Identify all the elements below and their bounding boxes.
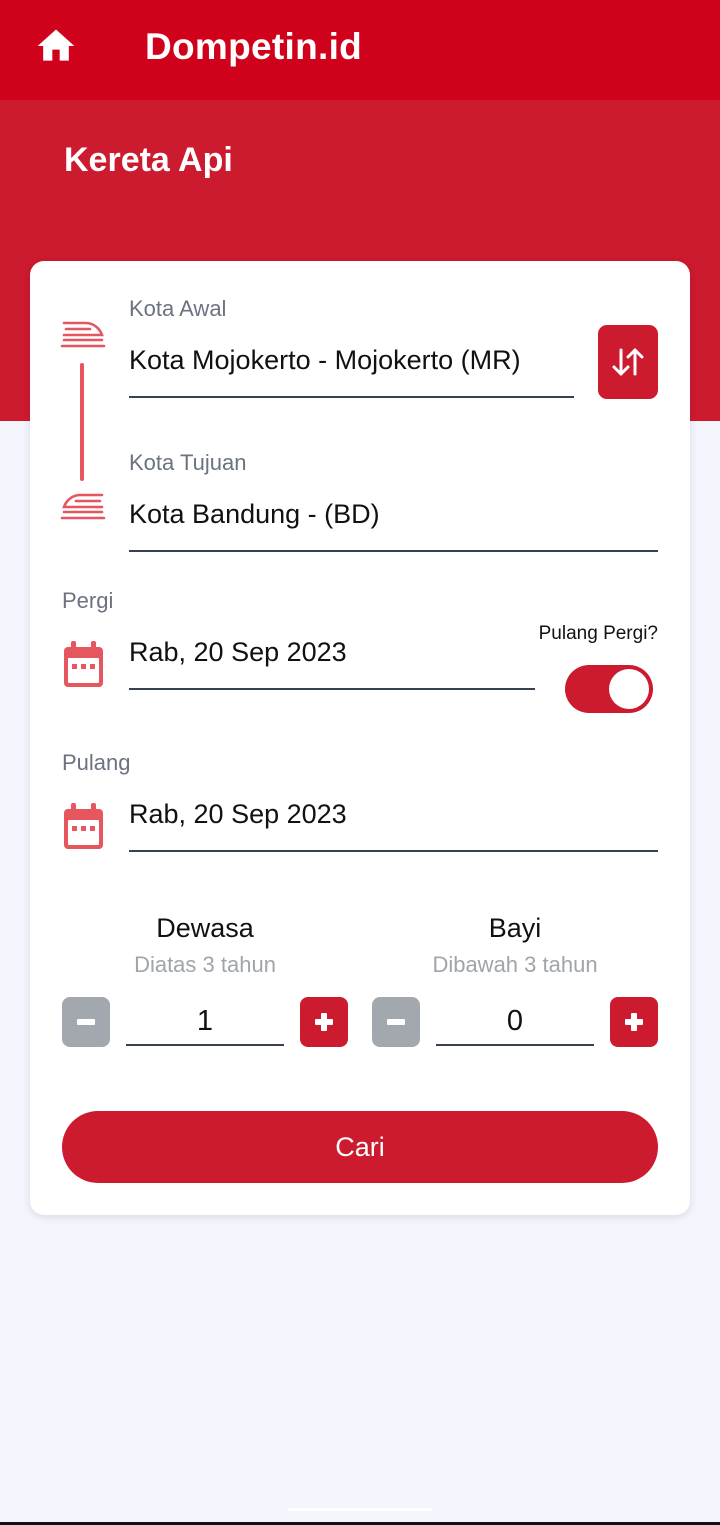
infant-count[interactable]: 0 — [436, 1003, 594, 1039]
home-icon[interactable] — [34, 24, 78, 68]
swap-cities-button[interactable] — [598, 325, 658, 399]
destination-label: Kota Tujuan — [129, 450, 247, 475]
minus-icon — [77, 1019, 95, 1025]
infant-plus-button[interactable] — [610, 997, 658, 1047]
plus-icon — [315, 1013, 333, 1031]
depart-underline — [129, 688, 535, 690]
gesture-nav-handle[interactable] — [288, 1508, 432, 1511]
round-trip-toggle[interactable] — [565, 665, 653, 713]
destination-field[interactable]: Kota Bandung - (BD) — [129, 498, 658, 530]
train-arrival-icon — [60, 493, 106, 520]
calendar-icon — [64, 641, 103, 687]
destination-underline — [129, 550, 658, 552]
infant-title: Bayi — [488, 913, 542, 943]
plus-icon — [625, 1013, 643, 1031]
page-title: Kereta Api — [64, 141, 233, 179]
infant-subtitle: Dibawah 3 tahun — [432, 952, 598, 977]
adult-count-underline — [126, 1044, 284, 1046]
minus-icon — [387, 1019, 405, 1025]
infant-count-underline — [436, 1044, 594, 1046]
adult-minus-button[interactable] — [62, 997, 110, 1047]
return-date-field[interactable]: Rab, 20 Sep 2023 — [129, 798, 658, 830]
adult-plus-button[interactable] — [300, 997, 348, 1047]
adult-title: Dewasa — [156, 913, 254, 943]
train-departure-icon — [60, 321, 106, 348]
origin-underline — [129, 396, 574, 398]
infant-minus-button[interactable] — [372, 997, 420, 1047]
depart-date-field[interactable]: Rab, 20 Sep 2023 — [129, 636, 535, 668]
origin-label: Kota Awal — [129, 296, 227, 321]
swap-vertical-icon — [612, 348, 644, 376]
app-bar: Dompetin.id — [0, 0, 720, 100]
search-button[interactable]: Cari — [62, 1111, 658, 1183]
adult-subtitle: Diatas 3 tahun — [134, 952, 276, 977]
round-trip-label: Pulang Pergi? — [538, 623, 658, 644]
return-underline — [129, 850, 658, 852]
adult-count[interactable]: 1 — [126, 1003, 284, 1039]
route-connector — [80, 363, 84, 481]
calendar-icon — [64, 803, 103, 849]
origin-field[interactable]: Kota Mojokerto - Mojokerto (MR) — [129, 344, 574, 376]
search-form-card: Kota Awal Kota Mojokerto - Mojokerto (MR… — [30, 261, 690, 1215]
return-label: Pulang — [62, 750, 131, 775]
app-title: Dompetin.id — [145, 26, 363, 67]
toggle-knob — [609, 669, 649, 709]
depart-label: Pergi — [62, 588, 114, 613]
